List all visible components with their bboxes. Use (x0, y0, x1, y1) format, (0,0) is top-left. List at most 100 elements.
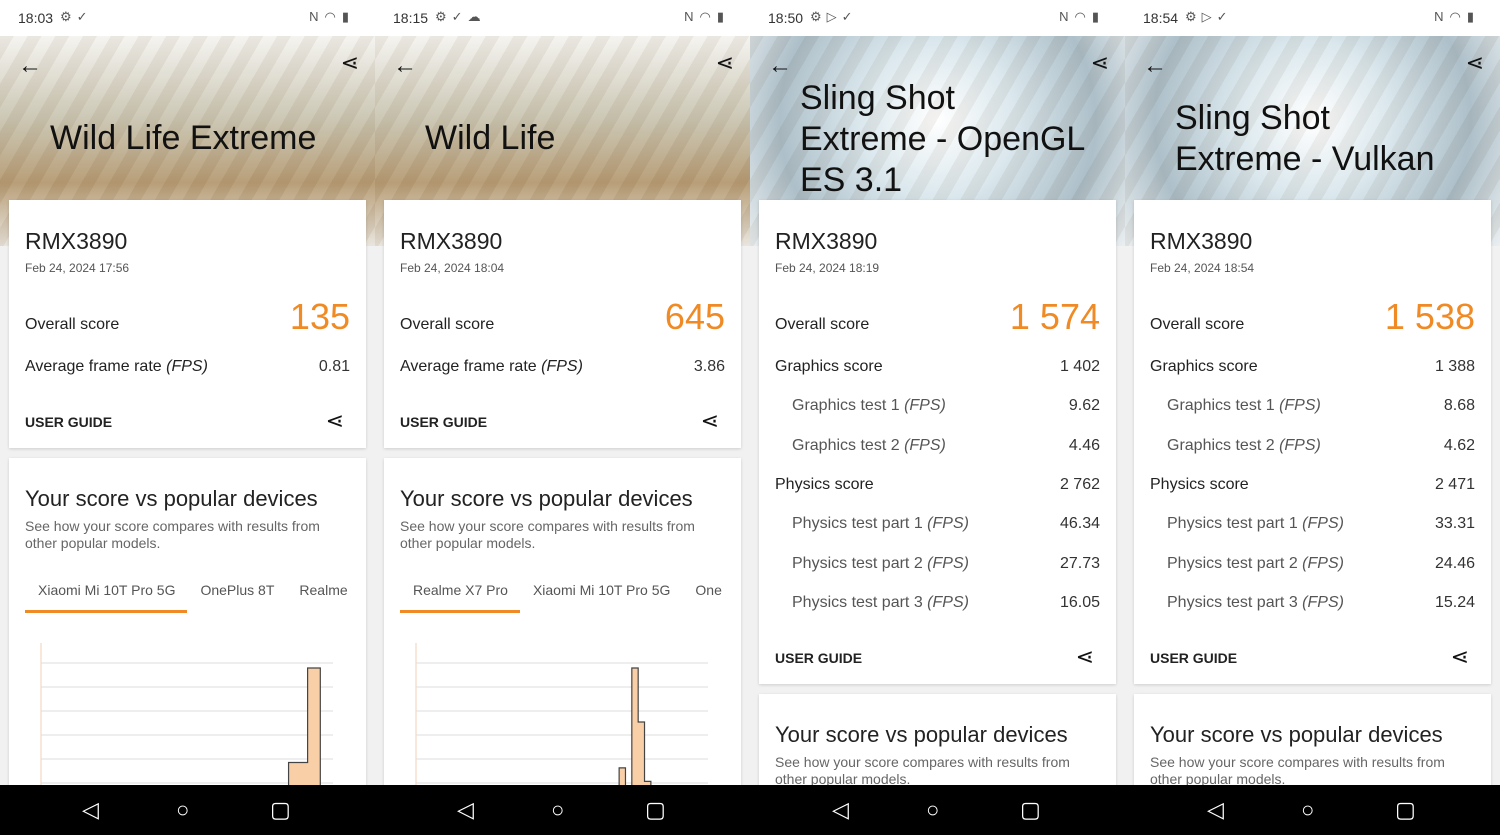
benchmark-title: Sling Shot Extreme - Vulkan (1175, 98, 1475, 180)
gear-icon: ⚙ (810, 9, 827, 24)
title-line: Sling Shot (800, 79, 955, 117)
result-card: RMX3890 Feb 24, 2024 18:04 Overall score 64… (384, 200, 741, 448)
score-row: Physics score 2 471 (1150, 476, 1475, 494)
back-arrow-icon[interactable]: ← (18, 52, 42, 80)
navigation-bar: ◁ ○ ▢ (750, 785, 1125, 835)
score-label-text: Graphics test 1 (792, 397, 900, 415)
score-label: Graphics test 2 (FPS) (1167, 437, 1321, 455)
wifi-icon: ◠ (1449, 9, 1467, 24)
score-value: 4.62 (1443, 436, 1475, 454)
battery-icon: ▮ (341, 9, 355, 24)
overall-score-value: 1 574 (1009, 296, 1100, 337)
compare-title: Your score vs popular devices (1150, 722, 1443, 747)
score-label-text: Physics test part 3 (792, 593, 923, 611)
compare-subtitle: See how your score compares with results… (400, 518, 695, 551)
nav-home-icon[interactable]: ○ (926, 797, 939, 823)
user-guide-link[interactable]: USER GUIDE (25, 414, 112, 430)
score-label-text: Graphics test 2 (1167, 436, 1275, 454)
share-icon[interactable]: ⋖ (1451, 644, 1469, 670)
compare-card: Your score vs popular devices See how you… (9, 458, 366, 835)
nav-back-icon[interactable]: ◁ (1207, 797, 1224, 823)
result-date: Feb 24, 2024 17:56 (25, 261, 130, 275)
device-model: RMX3890 (775, 228, 878, 254)
status-bar: 18:15 ⚙✓☁ N◠▮ (375, 0, 750, 36)
nav-recents-icon[interactable]: ▢ (645, 797, 666, 823)
status-system-icons: N◠▮ (309, 9, 355, 25)
nav-recents-icon[interactable]: ▢ (1395, 797, 1416, 823)
back-arrow-icon[interactable]: ← (393, 52, 417, 80)
share-icon[interactable]: ⋖ (701, 408, 719, 434)
user-guide-link[interactable]: USER GUIDE (400, 414, 487, 430)
phone-screen: 18:15 ⚙✓☁ N◠▮ ← ⋖ Wild Life RMX3890 Feb 24, 202… (375, 0, 750, 835)
share-icon[interactable]: ⋖ (716, 50, 734, 76)
device-tabs: Realme X7 Pro Xiaomi Mi 10T Pro 5G One (400, 582, 725, 613)
score-value: 9.62 (1068, 397, 1100, 415)
score-label: Physics test part 1 (FPS) (792, 515, 969, 533)
score-value: 8.68 (1443, 397, 1475, 415)
compare-title: Your score vs popular devices (25, 486, 318, 511)
nfc-icon: N (309, 9, 325, 24)
score-label: Physics test part 2 (FPS) (1167, 555, 1344, 573)
result-card: RMX3890 Feb 24, 2024 18:54 Overall score 1 … (1134, 200, 1491, 684)
score-unit: (FPS) (1279, 397, 1321, 415)
share-icon[interactable]: ⋖ (326, 408, 344, 434)
back-arrow-icon[interactable]: ← (1143, 52, 1167, 80)
user-guide-link[interactable]: USER GUIDE (775, 650, 862, 666)
device-tabs: Xiaomi Mi 10T Pro 5G OnePlus 8T Realme (25, 582, 350, 613)
compare-subtitle: See how your score compares with results… (25, 518, 320, 551)
overall-score-label: Overall score (775, 316, 870, 333)
device-tab[interactable]: Realme X7 Pro (400, 582, 520, 613)
nav-home-icon[interactable]: ○ (1301, 797, 1314, 823)
wifi-icon: ◠ (324, 9, 342, 24)
share-icon[interactable]: ⋖ (341, 50, 359, 76)
share-icon[interactable]: ⋖ (1466, 50, 1484, 76)
nav-recents-icon[interactable]: ▢ (1020, 797, 1041, 823)
device-tab[interactable]: OnePlus 8T (187, 582, 286, 613)
overall-score-value: 1 538 (1384, 296, 1475, 337)
navigation-bar: ◁ ○ ▢ (0, 785, 375, 835)
score-distribution-chart (40, 643, 333, 803)
overall-score-value: 135 (289, 296, 350, 337)
score-label-text: Graphics score (1150, 358, 1258, 375)
score-label: Physics test part 3 (FPS) (792, 594, 969, 612)
benchmark-title: Wild Life Extreme (50, 118, 350, 159)
device-tab[interactable]: Xiaomi Mi 10T Pro 5G (520, 582, 682, 613)
device-tab[interactable]: One (682, 582, 725, 613)
status-notification-icons: ⚙▷✓ (810, 9, 858, 25)
navigation-bar: ◁ ○ ▢ (375, 785, 750, 835)
score-row: Physics test part 3 (FPS) 16.05 (792, 594, 1100, 612)
back-arrow-icon[interactable]: ← (768, 52, 792, 80)
status-notification-icons: ⚙▷✓ (1185, 9, 1233, 25)
nav-back-icon[interactable]: ◁ (457, 797, 474, 823)
device-model: RMX3890 (400, 228, 503, 254)
play-icon: ▷ (1201, 9, 1217, 24)
nav-back-icon[interactable]: ◁ (832, 797, 849, 823)
overall-score-row: Overall score 645 (400, 296, 725, 338)
battery-icon: ▮ (1091, 9, 1105, 24)
phone-screen: 18:03 ⚙✓ N◠▮ ← ⋖ Wild Life Extreme RMX3890 Feb … (0, 0, 375, 835)
compare-title: Your score vs popular devices (400, 486, 693, 511)
nav-recents-icon[interactable]: ▢ (270, 797, 291, 823)
title-line: Wild Life Extreme (50, 119, 317, 157)
status-time: 18:03 (18, 10, 54, 26)
nav-back-icon[interactable]: ◁ (82, 797, 99, 823)
title-line: Wild Life (425, 119, 556, 157)
nav-home-icon[interactable]: ○ (176, 797, 189, 823)
score-row: Average frame rate (FPS) 0.81 (25, 358, 350, 376)
device-tab[interactable]: Xiaomi Mi 10T Pro 5G (25, 582, 188, 613)
score-label-text: Average frame rate (25, 358, 162, 375)
status-notification-icons: ⚙✓ (60, 9, 93, 25)
user-guide-link[interactable]: USER GUIDE (1150, 650, 1237, 666)
share-icon[interactable]: ⋖ (1091, 50, 1109, 76)
wifi-icon: ◠ (1074, 9, 1092, 24)
navigation-bar: ◁ ○ ▢ (1125, 785, 1500, 835)
score-unit: (FPS) (1302, 554, 1344, 572)
nav-home-icon[interactable]: ○ (551, 797, 564, 823)
score-row: Graphics score 1 402 (775, 358, 1100, 376)
share-icon[interactable]: ⋖ (1076, 644, 1094, 670)
score-value: 3.86 (693, 358, 725, 375)
compare-title: Your score vs popular devices (775, 722, 1068, 747)
score-label-text: Physics test part 1 (792, 515, 923, 533)
score-unit: (FPS) (1302, 515, 1344, 533)
device-tab[interactable]: Realme (286, 582, 350, 613)
